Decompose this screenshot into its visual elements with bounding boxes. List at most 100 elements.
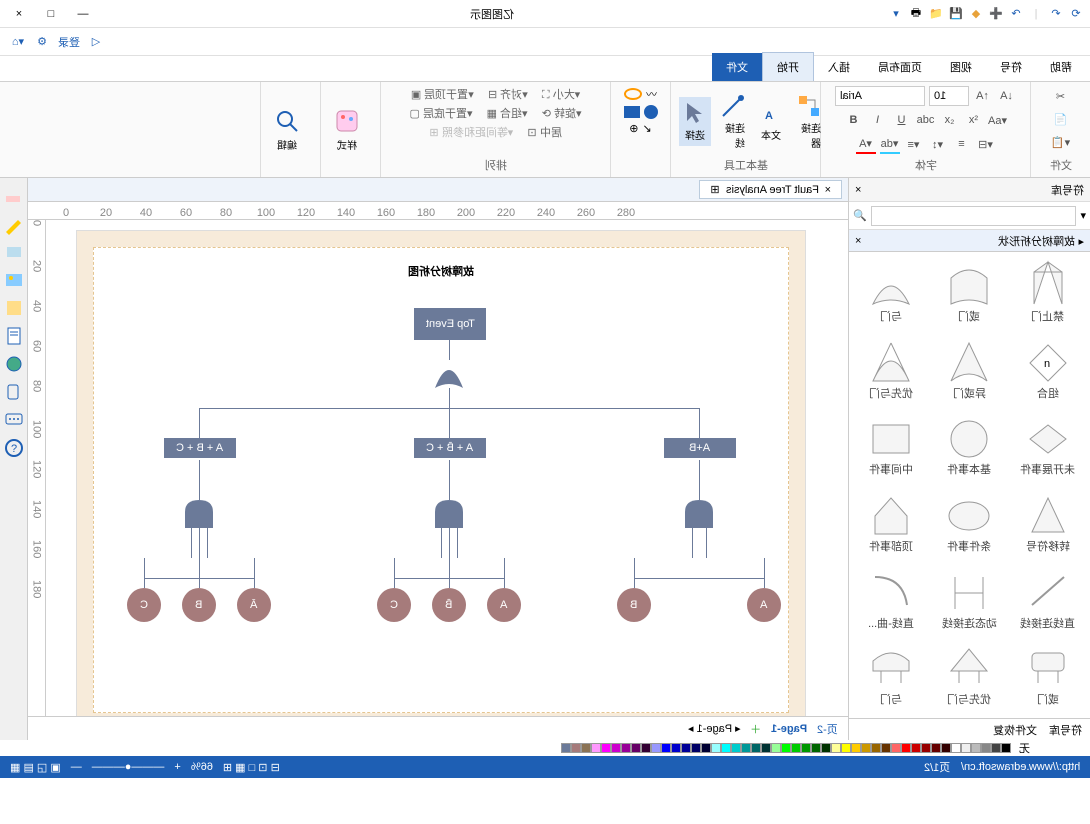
node-l1-3[interactable]: A+B [664,438,736,458]
color-swatch[interactable] [921,743,931,753]
lb-eraser[interactable] [4,186,24,206]
color-swatch[interactable] [761,743,771,753]
cut-icon[interactable]: ✂ [1051,86,1071,106]
paste-icon[interactable]: 📋▾ [1051,132,1071,152]
color-swatch[interactable] [701,743,711,753]
color-swatch[interactable] [691,743,701,753]
dropdown-icon[interactable]: ▾ [888,6,904,22]
color-swatch[interactable] [961,743,971,753]
text-tool[interactable]: A 文本 [755,97,787,146]
copy-icon[interactable]: 📄 [1051,109,1071,129]
sub-icon[interactable]: x₂ [940,110,960,130]
leaf-c1[interactable]: C [127,588,161,622]
lb-globe[interactable] [4,354,24,374]
color-swatch[interactable] [981,743,991,753]
home-icon[interactable]: ⌂▾ [10,34,26,50]
color-swatch[interactable] [771,743,781,753]
gear-icon[interactable]: ⚙ [34,34,50,50]
color-swatch[interactable] [751,743,761,753]
shape-4[interactable]: 异或门 [933,335,1005,406]
lb-note[interactable] [4,298,24,318]
color-swatch[interactable] [561,743,571,753]
underline-icon[interactable]: U [892,110,912,130]
center-btn[interactable]: ⊡ 居中 [527,124,561,140]
search-dd-icon[interactable]: ▾ [1080,209,1086,222]
undo-icon[interactable]: ↶ [1008,6,1024,22]
new-icon[interactable]: ➕ [988,6,1004,22]
shape-0[interactable]: 与门 [855,258,927,329]
doc-icon[interactable]: ◆ [968,6,984,22]
color-swatch[interactable] [901,743,911,753]
align-icon[interactable]: ⊟▾ [976,134,996,154]
color-swatch[interactable] [841,743,851,753]
color-swatch[interactable] [741,743,751,753]
node-l1-1[interactable]: A + B + C [164,438,236,458]
folder-icon[interactable]: 📁 [928,6,944,22]
font-size[interactable]: 10 [929,86,969,106]
lb-attach[interactable] [4,382,24,402]
shape-14[interactable]: 直线连接线 [1012,565,1084,636]
color-swatch[interactable] [711,743,721,753]
send-back[interactable]: ▢ 置于底层▾ [409,105,472,121]
page-nav[interactable]: ◂ Page-1 ▸ [688,722,741,735]
leaf-b1[interactable]: B [182,588,216,622]
shape-12[interactable]: 直线-曲... [855,565,927,636]
shape-7[interactable]: 基本事件 [933,411,1005,482]
size-btn[interactable]: ⛶ 大小▾ [542,86,580,102]
align-l-icon[interactable]: ≡ [952,134,972,154]
shape-16[interactable]: 优先与门 [933,641,1005,712]
find-tool[interactable]: 编辑 [269,103,305,156]
save-icon[interactable]: 💾 [948,6,964,22]
tab-file[interactable]: 文件 [712,53,762,81]
or-gate-top[interactable] [435,360,463,388]
color-swatch[interactable] [911,743,921,753]
leaf-a1[interactable]: Ā [237,588,271,622]
zoom-slider[interactable]: ———●——— [92,761,165,773]
color-swatch[interactable] [611,743,621,753]
color-swatch[interactable] [831,743,841,753]
bring-front[interactable]: ▣ 置于顶层▾ [411,86,474,102]
lb-comment[interactable] [4,410,24,430]
minimize-button[interactable]: — [70,4,96,24]
strike-icon[interactable]: abc [916,110,936,130]
font-select[interactable]: Arial [835,86,925,106]
tab-insert[interactable]: 插入 [814,53,864,81]
color-swatch[interactable] [721,743,731,753]
highlight-icon[interactable]: ab▾ [880,134,900,154]
node-l1-2[interactable]: A + B̄ + C [414,438,486,458]
shape-category[interactable]: × 故障树分析形状 ▸ [849,230,1090,252]
shape-6[interactable]: 中间事件 [855,411,927,482]
shape-10[interactable]: 条件事件 [933,488,1005,559]
shape-2[interactable]: 禁止门 [1012,258,1084,329]
color-swatch[interactable] [581,743,591,753]
doc-tab-fta[interactable]: ⊞ Fault Tree Analysis × [699,180,842,199]
grow-font-icon[interactable]: A↑ [973,86,993,106]
color-swatch[interactable] [651,743,661,753]
canvas[interactable]: 故障树分析图 Top Event A + B + C A + B̄ + C [46,220,848,716]
grid-icons[interactable]: ⊞ ▦ □ ⊡ ⊟ [223,761,280,774]
shrink-font-icon[interactable]: A↓ [997,86,1017,106]
palette-tool[interactable]: 样式 [329,103,365,156]
node-top[interactable]: Top Event [414,308,486,340]
close-doc-icon[interactable]: × [825,184,831,196]
refresh-icon[interactable]: ⟳ [1068,6,1084,22]
color-swatch[interactable] [931,743,941,753]
color-swatch[interactable] [1001,743,1011,753]
sup-icon[interactable]: x² [964,110,984,130]
lb-help[interactable]: ? [4,438,24,458]
rotate-btn[interactable]: ⟲ 旋转▾ [542,105,582,121]
color-swatch[interactable] [951,743,961,753]
and-gate-2[interactable] [435,500,463,528]
shape-9[interactable]: 顶部事件 [855,488,927,559]
shape-curve[interactable]: 〰 [646,86,657,102]
color-swatch[interactable] [731,743,741,753]
select-tool[interactable]: 选择 [679,97,711,146]
color-swatch[interactable] [681,743,691,753]
close-button[interactable]: × [6,4,32,24]
color-swatch[interactable] [871,743,881,753]
shape-rect[interactable] [624,106,640,118]
leaf-b2[interactable]: B̄ [432,588,466,622]
tab-layout[interactable]: 页面布局 [864,53,936,81]
lb-pen[interactable] [4,214,24,234]
italic-icon[interactable]: I [868,110,888,130]
